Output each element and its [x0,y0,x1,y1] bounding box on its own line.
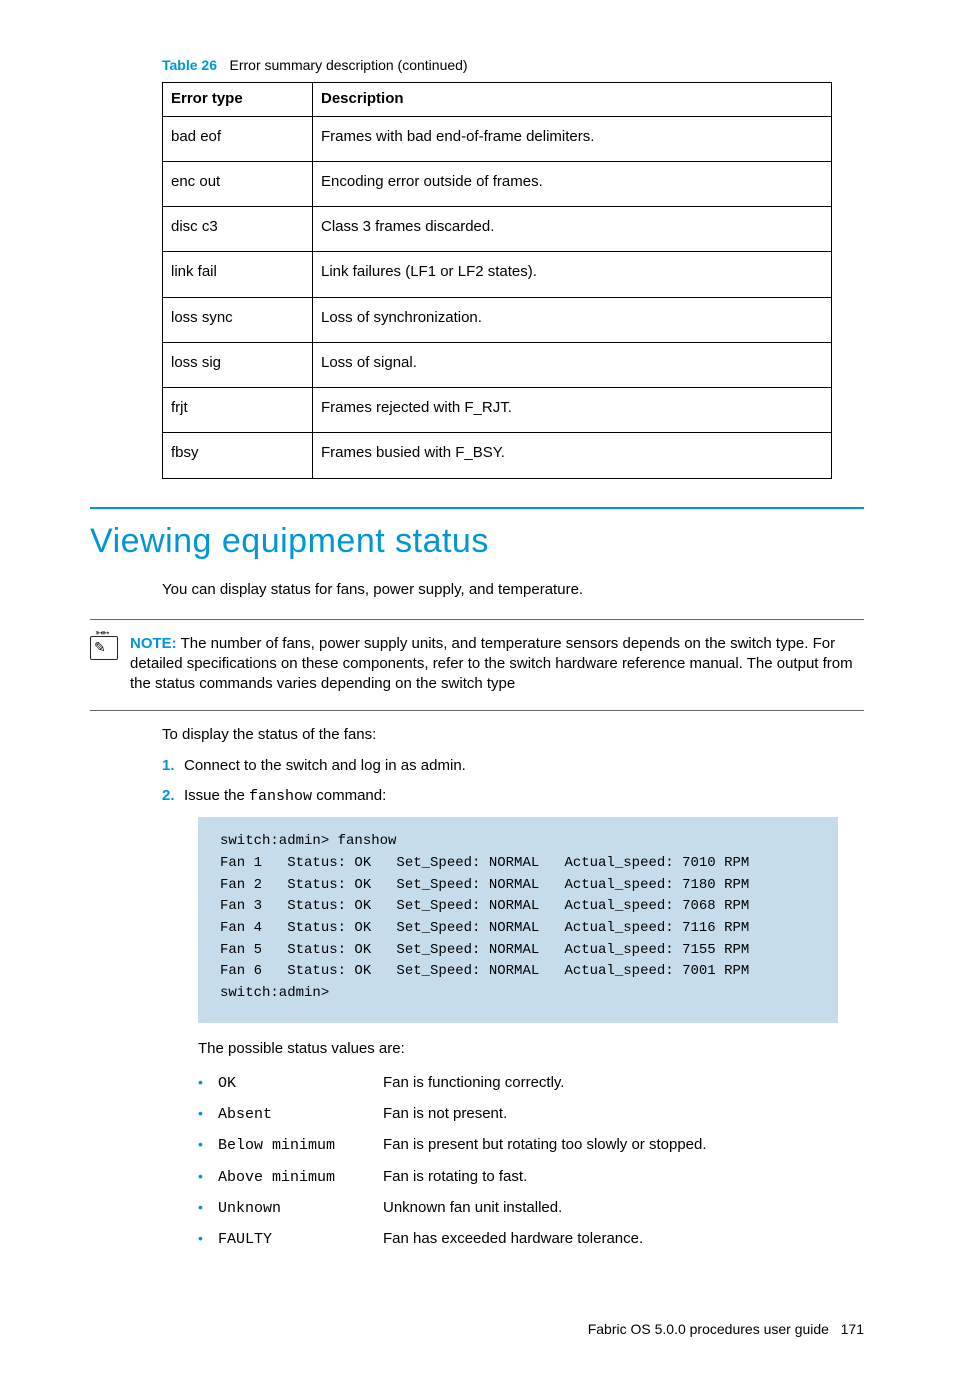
step-number: 1. [162,756,184,776]
step-item: 2. Issue the fanshow command: [162,786,864,807]
footer-text: Fabric OS 5.0.0 procedures user guide [588,1321,829,1337]
col-header-description: Description [313,83,832,116]
step-command: fanshow [249,788,312,805]
cell-error-type: disc c3 [163,207,313,252]
cell-description: Link failures (LF1 or LF2 states). [313,252,832,297]
status-desc: Fan is not present. [383,1104,864,1124]
page-footer: Fabric OS 5.0.0 procedures user guide 17… [90,1320,864,1339]
steps-list: 1. Connect to the switch and log in as a… [162,756,864,808]
status-desc: Fan is rotating to fast. [383,1167,864,1187]
note-icon [90,636,118,660]
cell-error-type: loss sync [163,297,313,342]
status-intro: The possible status values are: [198,1039,864,1059]
status-desc: Fan has exceeded hardware tolerance. [383,1229,864,1249]
table-row: bad eofFrames with bad end-of-frame deli… [163,116,832,161]
bullet-icon: • [198,1229,218,1248]
section-heading: Viewing equipment status [90,519,864,565]
table-row: loss sigLoss of signal. [163,342,832,387]
list-item: •OKFan is functioning correctly. [198,1073,864,1094]
bullet-icon: • [198,1135,218,1154]
cell-description: Class 3 frames discarded. [313,207,832,252]
note-text: The number of fans, power supply units, … [130,635,853,693]
section-divider [90,507,864,509]
page-number: 171 [841,1321,864,1337]
status-desc: Unknown fan unit installed. [383,1198,864,1218]
list-item: •UnknownUnknown fan unit installed. [198,1198,864,1219]
table-caption-text: Error summary description (continued) [230,57,468,73]
note-block: NOTE: The number of fans, power supply u… [90,634,864,695]
note-label: NOTE: [130,635,177,652]
cell-description: Frames busied with F_BSY. [313,433,832,478]
table-caption: Table 26 Error summary description (cont… [162,56,864,76]
list-item: •Below minimumFan is present but rotatin… [198,1135,864,1156]
status-code: Below minimum [218,1136,383,1156]
step-text: Issue the fanshow command: [184,786,386,807]
table-row: fbsyFrames busied with F_BSY. [163,433,832,478]
steps-intro: To display the status of the fans: [162,725,864,745]
bullet-icon: • [198,1104,218,1123]
col-header-error-type: Error type [163,83,313,116]
cell-error-type: loss sig [163,342,313,387]
cell-error-type: bad eof [163,116,313,161]
cell-description: Frames rejected with F_RJT. [313,388,832,433]
table-row: frjtFrames rejected with F_RJT. [163,388,832,433]
step-text-after: command: [312,787,386,804]
cell-description: Loss of synchronization. [313,297,832,342]
note-divider-top [90,619,864,620]
note-body: NOTE: The number of fans, power supply u… [130,634,864,695]
step-text: Connect to the switch and log in as admi… [184,756,466,776]
section-intro: You can display status for fans, power s… [162,580,864,600]
status-code: FAULTY [218,1230,383,1250]
status-desc: Fan is functioning correctly. [383,1073,864,1093]
cell-description: Loss of signal. [313,342,832,387]
cell-description: Encoding error outside of frames. [313,161,832,206]
bullet-icon: • [198,1073,218,1092]
table-number: Table 26 [162,57,217,73]
table-row: loss syncLoss of synchronization. [163,297,832,342]
status-code: Absent [218,1105,383,1125]
list-item: •AbsentFan is not present. [198,1104,864,1125]
terminal-output: switch:admin> fanshow Fan 1 Status: OK S… [198,817,838,1023]
cell-error-type: enc out [163,161,313,206]
bullet-icon: • [198,1167,218,1186]
status-desc: Fan is present but rotating too slowly o… [383,1135,864,1155]
status-code: Unknown [218,1199,383,1219]
cell-error-type: link fail [163,252,313,297]
step-text-before: Issue the [184,787,249,804]
cell-error-type: fbsy [163,433,313,478]
status-values-list: •OKFan is functioning correctly. •Absent… [198,1073,864,1251]
note-divider-bottom [90,710,864,711]
step-number: 2. [162,786,184,807]
list-item: •FAULTYFan has exceeded hardware toleran… [198,1229,864,1250]
table-row: enc outEncoding error outside of frames. [163,161,832,206]
error-summary-table: Error type Description bad eofFrames wit… [162,82,832,478]
bullet-icon: • [198,1198,218,1217]
cell-error-type: frjt [163,388,313,433]
status-code: Above minimum [218,1168,383,1188]
table-row: disc c3Class 3 frames discarded. [163,207,832,252]
status-code: OK [218,1074,383,1094]
cell-description: Frames with bad end-of-frame delimiters. [313,116,832,161]
table-row: link failLink failures (LF1 or LF2 state… [163,252,832,297]
list-item: •Above minimumFan is rotating to fast. [198,1167,864,1188]
step-item: 1. Connect to the switch and log in as a… [162,756,864,776]
